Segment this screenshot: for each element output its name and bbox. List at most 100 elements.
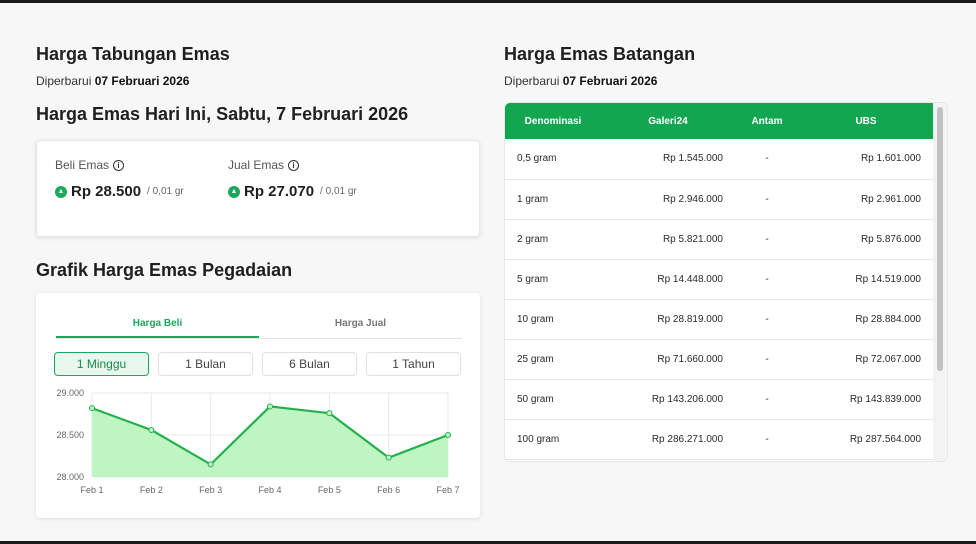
range-1-tahun-button[interactable]: 1 Tahun — [366, 352, 461, 376]
table-row: 25 gram Rp 71.660.000- Rp 72.067.000 — [505, 339, 933, 380]
table-row: 2 gram Rp 5.821.000- Rp 5.876.000 — [505, 219, 933, 260]
x-tick-label: Feb 3 — [199, 485, 222, 495]
table-cell: 1 gram — [505, 179, 601, 220]
table-cell: - — [735, 419, 799, 460]
table-cell: Rp 28.884.000 — [799, 299, 933, 340]
table-cell: Rp 143.839.000 — [799, 379, 933, 420]
table-cell: Rp 72.067.000 — [799, 339, 933, 380]
table-row: 0,5 gram Rp 1.545.000- Rp 1.601.000 — [505, 139, 933, 180]
table-cell: - — [735, 339, 799, 380]
table-cell: Rp 5.821.000 — [601, 219, 735, 260]
table-cell: 2 gram — [505, 219, 601, 260]
table-header-row: Denominasi Galeri24 Antam UBS — [505, 103, 933, 139]
table-cell: Rp 1.545.000 — [601, 139, 735, 180]
column-header-denominasi: Denominasi — [524, 115, 582, 127]
table-scrollbar-thumb[interactable] — [937, 107, 943, 371]
table-cell: Rp 14.448.000 — [601, 259, 735, 300]
left-column: Harga Tabungan Emas Diperbarui 07 Februa… — [36, 43, 480, 518]
gold-bar-table: Denominasi Galeri24 Antam UBS 0,5 gram Rp… — [505, 103, 933, 460]
arrow-up-icon: ▲ — [228, 185, 240, 198]
bars-title: Harga Emas Batangan — [504, 44, 696, 64]
table-cell: Rp 287.564.000 — [799, 419, 933, 460]
table-cell: Rp 14.519.000 — [799, 259, 933, 300]
table-scrollbar[interactable] — [933, 103, 947, 461]
table-cell: Rp 2.946.000 — [601, 179, 735, 220]
sell-label-row: Jual Emas i — [228, 158, 357, 172]
bars-updated: Diperbarui 07 Februari 2026 — [504, 74, 948, 88]
x-tick-label: Feb 6 — [377, 485, 400, 495]
x-tick-label: Feb 5 — [318, 485, 341, 495]
table-row: 5 gram Rp 14.448.000- Rp 14.519.000 — [505, 259, 933, 300]
chart-data-point — [445, 432, 451, 438]
chart-data-point — [148, 426, 155, 433]
table-cell: - — [735, 219, 799, 260]
table-cell: 25 gram — [505, 339, 601, 380]
chart-data-point — [385, 454, 392, 461]
column-header-antam: Antam — [751, 115, 783, 127]
table-row: 10 gram Rp 28.819.000- Rp 28.884.000 — [505, 299, 933, 340]
table-cell: - — [735, 299, 799, 340]
chart-data-point — [89, 405, 95, 412]
table-cell: - — [735, 139, 799, 180]
y-tick-label: 29.000 — [56, 388, 84, 398]
table-cell: 10 gram — [505, 299, 601, 340]
price-type-tabs: Harga Beli Harga Jual — [56, 309, 462, 339]
table-cell: Rp 2.961.000 — [799, 179, 933, 220]
sell-label: Jual Emas — [228, 158, 285, 172]
buy-price-block: Beli Emas i ▲ Rp 28.500 / 0,01 gr — [55, 158, 184, 200]
table-cell: - — [735, 179, 799, 220]
table-cell: 5 gram — [505, 259, 601, 300]
x-tick-label: Feb 2 — [140, 485, 163, 495]
column-header-galeri24: Galeri24 — [648, 115, 688, 127]
table-cell: Rp 1.601.000 — [799, 139, 933, 180]
savings-title: Harga Tabungan Emas — [36, 44, 230, 64]
table-body: 0,5 gram Rp 1.545.000- Rp 1.601.000 1 gram R… — [505, 139, 933, 460]
right-column: Harga Emas Batangan Diperbarui 07 Februa… — [504, 43, 948, 462]
arrow-up-icon: ▲ — [55, 185, 67, 198]
sell-price-unit: / 0,01 gr — [320, 186, 357, 197]
top-border — [0, 0, 976, 3]
chart-section-title: Grafik Harga Emas Pegadaian — [36, 260, 293, 280]
info-icon[interactable]: i — [113, 159, 125, 171]
gold-bar-table-card: Denominasi Galeri24 Antam UBS 0,5 gram Rp… — [504, 102, 948, 462]
table-row: 1 gram Rp 2.946.000- Rp 2.961.000 — [505, 179, 933, 220]
column-header-ubs: UBS — [855, 115, 877, 127]
buy-price-row: ▲ Rp 28.500 / 0,01 gr — [55, 183, 184, 200]
table-cell: Rp 5.876.000 — [799, 219, 933, 260]
info-icon[interactable]: i — [288, 159, 300, 171]
range-6-bulan-button[interactable]: 6 Bulan — [262, 352, 357, 376]
table-cell: 50 gram — [505, 379, 601, 420]
tab-harga-beli[interactable]: Harga Beli — [56, 309, 259, 338]
y-tick-label: 28.000 — [56, 472, 84, 482]
y-tick-label: 28.500 — [56, 430, 84, 440]
bars-updated-date: 07 Februari 2026 — [562, 74, 658, 88]
bars-updated-prefix: Diperbarui — [504, 74, 560, 88]
buy-label: Beli Emas — [55, 158, 110, 172]
range-1-minggu-button[interactable]: 1 Minggu — [54, 352, 149, 376]
x-tick-label: Feb 1 — [80, 485, 103, 495]
x-tick-label: Feb 4 — [258, 485, 281, 495]
today-title: Harga Emas Hari Ini, Sabtu, 7 Februari 2… — [36, 104, 409, 124]
range-1-bulan-button[interactable]: 1 Bulan — [158, 352, 253, 376]
chart-data-point — [267, 403, 273, 410]
table-cell: Rp 71.660.000 — [601, 339, 735, 380]
table-cell: - — [735, 259, 799, 300]
chart-card: Harga Beli Harga Jual 1 Minggu 1 Bulan 6… — [36, 293, 480, 518]
sell-price-value: Rp 27.070 — [244, 183, 315, 200]
savings-updated: Diperbarui 07 Februari 2026 — [36, 74, 480, 88]
x-tick-label: Feb 7 — [436, 485, 459, 495]
buy-price-value: Rp 28.500 — [71, 183, 142, 200]
table-cell: Rp 286.271.000 — [601, 419, 735, 460]
sell-price-row: ▲ Rp 27.070 / 0,01 gr — [228, 183, 357, 200]
buy-label-row: Beli Emas i — [55, 158, 184, 172]
table-cell: 100 gram — [505, 419, 601, 460]
chart-data-point — [207, 461, 214, 468]
sell-price-block: Jual Emas i ▲ Rp 27.070 / 0,01 gr — [228, 158, 357, 200]
table-row: 50 gram Rp 143.206.000- Rp 143.839.000 — [505, 379, 933, 420]
tab-harga-jual[interactable]: Harga Jual — [259, 309, 462, 338]
table-cell: Rp 143.206.000 — [601, 379, 735, 420]
table-cell: 0,5 gram — [505, 139, 601, 180]
range-selector: 1 Minggu 1 Bulan 6 Bulan 1 Tahun — [54, 352, 463, 376]
table-row: 100 gram Rp 286.271.000- Rp 287.564.000 — [505, 419, 933, 460]
buy-price-unit: / 0,01 gr — [147, 186, 184, 197]
